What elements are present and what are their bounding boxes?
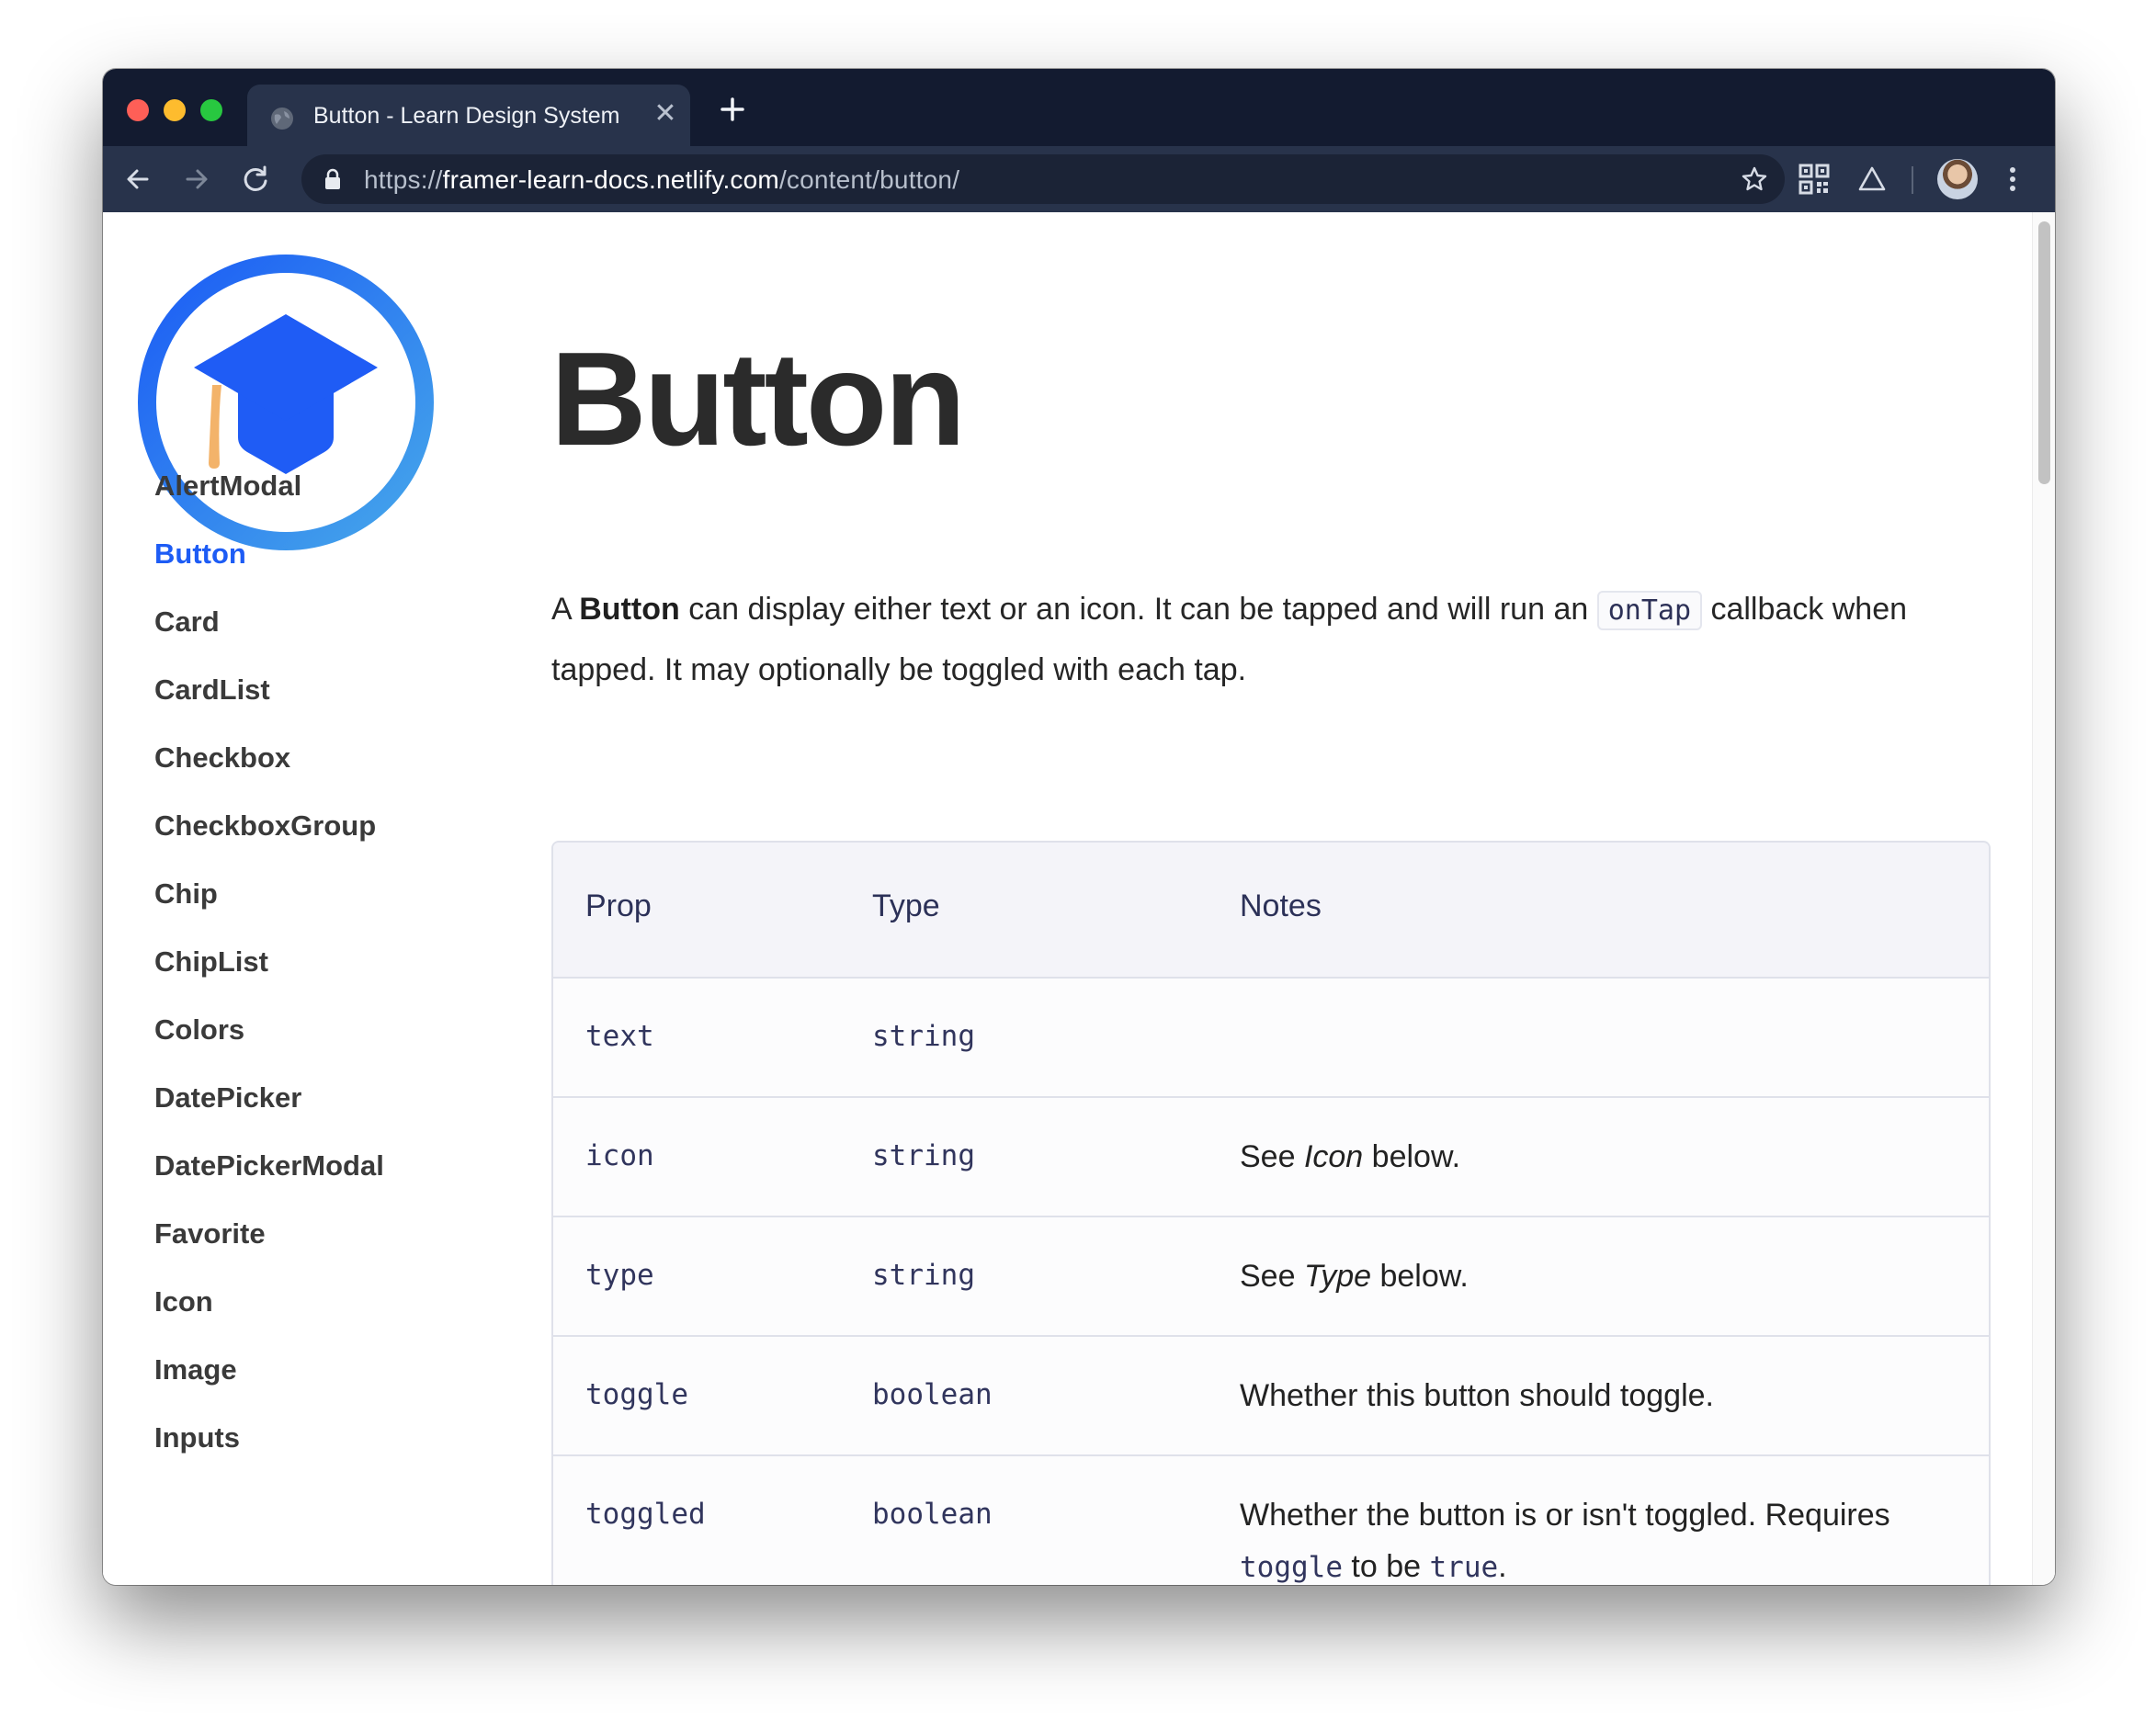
tab-close-icon[interactable]: ✕	[650, 98, 681, 130]
sidebar-item-image[interactable]: Image	[154, 1353, 237, 1386]
prop-type: string	[872, 1259, 975, 1292]
back-icon[interactable]	[119, 161, 156, 198]
sidebar-item-chiplist[interactable]: ChipList	[154, 945, 268, 979]
browser-tab[interactable]: Button - Learn Design System ✕	[247, 85, 690, 146]
page-content: AlertModal Button Card CardList Checkbox…	[103, 212, 2055, 1585]
column-header-prop: Prop	[585, 888, 652, 923]
table-row: toggled boolean Whether the button is or…	[553, 1456, 1989, 1585]
note-text: Whether the button is or isn't toggled. …	[1240, 1498, 1890, 1533]
prop-type: string	[872, 1139, 975, 1172]
intro-paragraph: A Button can display either text or an i…	[551, 580, 1948, 699]
sidebar-item-card[interactable]: Card	[154, 605, 220, 639]
new-tab-icon[interactable]	[714, 91, 751, 128]
url-path: /content/button/	[778, 165, 960, 194]
drive-icon[interactable]	[1854, 161, 1890, 198]
sidebar-item-alertmodal[interactable]: AlertModal	[154, 470, 301, 503]
sidebar-item-inputs[interactable]: Inputs	[154, 1421, 240, 1454]
note-inline-code: true	[1429, 1551, 1499, 1584]
maximize-window-button[interactable]	[200, 99, 222, 121]
prop-name: icon	[585, 1139, 654, 1172]
forward-icon[interactable]	[178, 161, 215, 198]
prop-name: toggled	[585, 1498, 706, 1531]
lock-icon	[325, 168, 340, 189]
prop-notes: See Icon below.	[1240, 1131, 1957, 1182]
inline-code-ontap: onTap	[1596, 591, 1703, 630]
tab-strip: Button - Learn Design System ✕	[103, 69, 2055, 146]
sidebar-item-button[interactable]: Button	[154, 538, 246, 571]
star-icon[interactable]	[1741, 165, 1768, 193]
learn-logo-icon[interactable]	[137, 254, 435, 551]
note-emphasis: Type	[1303, 1259, 1372, 1294]
scrollbar-thumb[interactable]	[2038, 221, 2050, 484]
note-emphasis: Icon	[1303, 1139, 1364, 1174]
address-bar[interactable]: https://framer-learn-docs.netlify.com/co…	[301, 154, 1785, 204]
sidebar-item-datepicker[interactable]: DatePicker	[154, 1081, 301, 1115]
close-window-button[interactable]	[127, 99, 149, 121]
table-row: type string See Type below.	[553, 1217, 1989, 1337]
column-header-type: Type	[872, 888, 940, 923]
sidebar-item-icon[interactable]: Icon	[154, 1285, 213, 1318]
minimize-window-button[interactable]	[164, 99, 186, 121]
scrollbar[interactable]	[2032, 212, 2055, 1585]
sidebar-item-checkbox[interactable]: Checkbox	[154, 741, 290, 775]
prop-type: string	[872, 1020, 975, 1053]
note-text: below.	[1371, 1259, 1469, 1294]
globe-icon	[271, 108, 293, 130]
table-row: toggle boolean Whether this button shoul…	[553, 1337, 1989, 1456]
prop-type: boolean	[872, 1498, 993, 1531]
table-row: text string	[553, 979, 1989, 1098]
url-host: framer-learn-docs.netlify.com	[442, 165, 779, 194]
prop-type: boolean	[872, 1378, 993, 1411]
note-text: See	[1240, 1139, 1304, 1174]
tab-title: Button - Learn Design System	[313, 103, 620, 129]
prop-notes: Whether this button should toggle.	[1240, 1370, 1957, 1421]
profile-avatar[interactable]	[1937, 159, 1978, 199]
toolbar-divider	[1912, 166, 1913, 194]
prop-notes: See Type below.	[1240, 1250, 1957, 1302]
column-header-notes: Notes	[1240, 888, 1322, 923]
menu-icon[interactable]	[1994, 161, 2031, 198]
note-inline-code: toggle	[1240, 1551, 1343, 1584]
intro-text-start: A	[551, 592, 580, 627]
sidebar-item-datepickermodal[interactable]: DatePickerModal	[154, 1149, 384, 1182]
note-text: .	[1498, 1549, 1507, 1584]
prop-name: toggle	[585, 1378, 688, 1411]
prop-name: type	[585, 1259, 654, 1292]
note-text: below.	[1363, 1139, 1461, 1174]
reload-icon[interactable]	[237, 161, 274, 198]
page-title: Button	[550, 324, 966, 473]
intro-text-middle: can display either text or an icon. It c…	[679, 592, 1597, 627]
qr-code-icon[interactable]	[1796, 161, 1833, 198]
note-text: to be	[1342, 1549, 1430, 1584]
table-header: Prop Type Notes	[553, 843, 1989, 979]
url-scheme: https://	[364, 165, 443, 194]
sidebar-item-checkboxgroup[interactable]: CheckboxGroup	[154, 809, 376, 843]
sidebar-item-chip[interactable]: Chip	[154, 877, 218, 911]
intro-bold-component: Button	[579, 592, 680, 627]
note-text: See	[1240, 1259, 1304, 1294]
browser-window: Button - Learn Design System ✕ https://f…	[103, 69, 2055, 1585]
prop-notes: Whether the button is or isn't toggled. …	[1240, 1489, 1957, 1585]
sidebar-item-cardlist[interactable]: CardList	[154, 673, 270, 707]
browser-toolbar: https://framer-learn-docs.netlify.com/co…	[103, 146, 2055, 212]
url-text: https://framer-learn-docs.netlify.com/co…	[364, 165, 959, 195]
prop-name: text	[585, 1020, 654, 1053]
table-row: icon string See Icon below.	[553, 1098, 1989, 1217]
sidebar-item-favorite[interactable]: Favorite	[154, 1217, 266, 1250]
props-table: Prop Type Notes text string icon string …	[551, 841, 1991, 1585]
sidebar-item-colors[interactable]: Colors	[154, 1013, 244, 1047]
note-text: Whether this button should toggle.	[1240, 1378, 1714, 1413]
